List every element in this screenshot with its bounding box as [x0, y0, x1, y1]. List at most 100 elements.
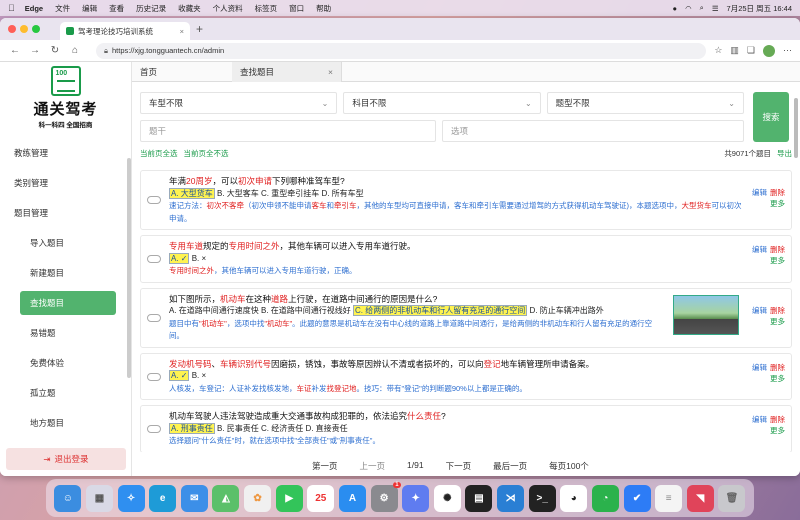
delete-link[interactable]: 删除	[770, 306, 785, 315]
terminal-icon[interactable]: >_	[528, 484, 556, 512]
more-menu-icon[interactable]: ⋯	[783, 45, 792, 57]
sidebar-item-new[interactable]: 新建题目	[0, 258, 126, 288]
main-scrollbar[interactable]	[794, 98, 798, 158]
sidebar-item-questions[interactable]: 题目管理	[0, 198, 126, 228]
car-type-select[interactable]: 车型不限 ⌄	[140, 92, 338, 114]
menu-favorites[interactable]: 收藏夹	[178, 3, 201, 14]
close-tab-icon[interactable]: ×	[180, 27, 184, 36]
last-page-button[interactable]: 最后一页	[493, 460, 527, 472]
delete-link[interactable]: 删除	[770, 188, 785, 197]
logout-button[interactable]: ⇥ 退出登录	[6, 448, 126, 470]
first-page-button[interactable]: 第一页	[312, 460, 338, 472]
prev-page-button[interactable]: 上一页	[360, 460, 386, 472]
menu-file[interactable]: 文件	[55, 3, 70, 14]
more-link[interactable]: 更多	[752, 425, 785, 436]
calendar-icon[interactable]: 25	[307, 484, 335, 512]
select-none-link[interactable]: 当前页全不选	[184, 148, 229, 159]
more-link[interactable]: 更多	[752, 198, 785, 209]
profile-avatar[interactable]	[763, 44, 775, 57]
presentation-icon[interactable]: ◥	[686, 484, 714, 512]
collections-icon[interactable]: ❏	[747, 45, 755, 57]
question-checkbox[interactable]	[147, 255, 161, 263]
sidebar-item-local[interactable]: 地方题目	[0, 408, 126, 438]
sidebar-item-import[interactable]: 导入题目	[0, 228, 126, 258]
preview-icon[interactable]: ▤	[465, 484, 493, 512]
tab-home[interactable]: 首页	[132, 62, 232, 82]
question-checkbox[interactable]	[147, 425, 161, 433]
edit-link[interactable]: 编辑	[752, 363, 767, 372]
question-checkbox[interactable]	[147, 372, 161, 381]
edit-link[interactable]: 编辑	[752, 245, 767, 254]
more-link[interactable]: 更多	[752, 316, 785, 327]
sidebar-item-find[interactable]: 查找题目	[20, 291, 116, 315]
sidebar-scrollbar[interactable]	[127, 158, 131, 378]
delete-link[interactable]: 删除	[770, 363, 785, 372]
sidebar-item-isolated[interactable]: 孤立题	[0, 378, 126, 408]
edge-icon[interactable]: e	[149, 484, 177, 512]
url-field[interactable]: 🔒︎ https://xjg.tongguantech.cn/admin	[96, 42, 707, 59]
search-button[interactable]: 搜索	[753, 92, 789, 142]
close-tab-icon[interactable]: ×	[328, 67, 333, 77]
close-window-button[interactable]	[8, 25, 16, 33]
control-center-icon[interactable]: ☰	[712, 4, 719, 13]
safari-icon[interactable]: ✧	[117, 484, 145, 512]
home-icon[interactable]: ⌂	[68, 45, 82, 56]
export-link[interactable]: 导出	[777, 148, 792, 159]
clock[interactable]: 7月25日 周五 16:44	[727, 3, 792, 14]
menu-help[interactable]: 帮助	[316, 3, 331, 14]
photos-icon[interactable]: ✿	[244, 484, 272, 512]
menu-window[interactable]: 窗口	[289, 3, 304, 14]
edit-link[interactable]: 编辑	[752, 415, 767, 424]
todo-icon[interactable]: ✔	[623, 484, 651, 512]
split-screen-icon[interactable]: ▥	[730, 45, 739, 57]
menu-view[interactable]: 查看	[109, 3, 124, 14]
sidebar-item-free-trial[interactable]: 免费体验	[0, 348, 126, 378]
browser-tab[interactable]: 驾考理论技巧培训系统 ×	[60, 22, 190, 40]
copilot-icon[interactable]: ✦	[402, 484, 430, 512]
option-input[interactable]: 选项	[442, 120, 744, 142]
system-settings-icon[interactable]: ⚙ 1	[370, 481, 401, 512]
reload-icon[interactable]: ↻	[48, 45, 62, 56]
launchpad-icon[interactable]: ▦	[85, 484, 113, 512]
delete-link[interactable]: 删除	[770, 245, 785, 254]
facetime-icon[interactable]: ▶	[275, 484, 303, 512]
question-type-select[interactable]: 题型不限 ⌄	[546, 92, 744, 114]
finder-icon[interactable]: ☺	[54, 484, 82, 512]
minimize-window-button[interactable]	[20, 25, 28, 33]
stem-input[interactable]: 题干	[140, 120, 436, 142]
subject-select[interactable]: 科目不限 ⌄	[343, 92, 541, 114]
wechat-status-icon[interactable]: ●	[673, 4, 678, 13]
qq-icon[interactable]: ◕	[560, 484, 588, 512]
next-page-button[interactable]: 下一页	[446, 460, 472, 472]
forward-icon[interactable]: →	[28, 45, 42, 56]
select-all-link[interactable]: 当前页全选	[140, 148, 178, 159]
zoom-window-button[interactable]	[32, 25, 40, 33]
menu-edit[interactable]: 编辑	[82, 3, 97, 14]
edit-link[interactable]: 编辑	[752, 188, 767, 197]
question-checkbox[interactable]	[147, 313, 161, 322]
sidebar-item-coaches[interactable]: 教练管理	[0, 138, 126, 168]
more-link[interactable]: 更多	[752, 373, 785, 384]
menu-tabs[interactable]: 标签页	[255, 3, 278, 14]
document-icon[interactable]: ≡	[655, 484, 683, 512]
new-tab-icon[interactable]: +	[196, 22, 203, 36]
edit-link[interactable]: 编辑	[752, 306, 767, 315]
wifi-icon[interactable]: ◠	[685, 4, 692, 13]
question-checkbox[interactable]	[147, 196, 161, 204]
sidebar-item-mistakes[interactable]: 易错题	[0, 318, 126, 348]
tab-find-questions[interactable]: 查找题目 ×	[232, 62, 342, 82]
vscode-icon[interactable]: ⋊	[497, 484, 525, 512]
delete-link[interactable]: 删除	[770, 415, 785, 424]
menu-profile[interactable]: 个人资料	[213, 3, 243, 14]
chatgpt-icon[interactable]: ✺	[433, 484, 461, 512]
search-status-icon[interactable]: ⌕	[700, 3, 704, 13]
wechat-icon[interactable]: ◔	[591, 484, 619, 512]
back-icon[interactable]: ←	[8, 45, 22, 56]
menu-history[interactable]: 历史记录	[136, 3, 166, 14]
maps-icon[interactable]: ◭	[212, 484, 240, 512]
per-page-select[interactable]: 每页100个	[549, 460, 589, 472]
apple-icon[interactable]: 	[8, 3, 15, 13]
trash-icon[interactable]: 🗑︎	[718, 484, 746, 512]
favorites-icon[interactable]: ☆	[714, 45, 722, 57]
sidebar-item-categories[interactable]: 类别管理	[0, 168, 126, 198]
